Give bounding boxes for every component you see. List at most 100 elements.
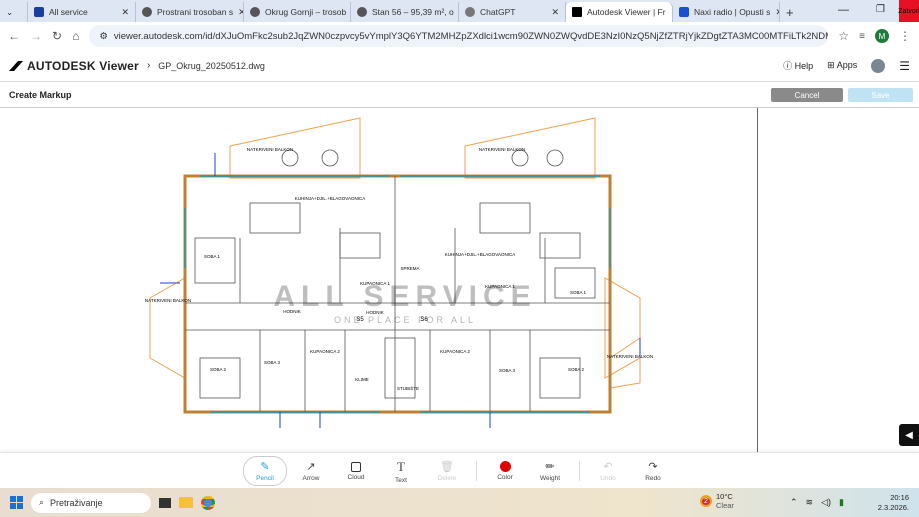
tool-label: Text — [395, 476, 407, 484]
room-label: HODNIK — [283, 309, 301, 314]
room-label: SOBA 3 — [499, 368, 516, 373]
arrow-tool-button[interactable]: ↗ Arrow — [289, 456, 333, 486]
autodesk-logo[interactable]: AUTODESK Viewer — [9, 59, 139, 73]
help-label: Help — [794, 61, 814, 71]
battery-icon[interactable]: ▮ — [839, 497, 844, 508]
browser-menu-icon[interactable]: ⋮ — [899, 29, 911, 43]
back-icon[interactable]: ← — [8, 29, 20, 43]
tab-prostrani[interactable]: Prostrani trosoban s✕ — [136, 2, 244, 22]
tab-list-button[interactable]: ⌄ — [0, 2, 28, 22]
cancel-button[interactable]: Cancel — [771, 88, 843, 102]
room-label: KUPAONICA 1 — [360, 281, 390, 286]
tray-expand-icon[interactable]: ⌃ — [790, 497, 798, 508]
profile-avatar[interactable]: M — [875, 29, 889, 43]
room-label: SOBA 2 — [568, 367, 585, 372]
pencil-tool-button[interactable]: ✎ Pencil — [243, 456, 287, 486]
clock-time: 20:16 — [890, 493, 909, 502]
room-label: S5 — [356, 317, 364, 323]
tool-label: Undo — [600, 475, 616, 482]
new-tab-button[interactable]: + — [780, 2, 800, 22]
cloud-tool-button[interactable]: Cloud — [334, 456, 378, 486]
file-explorer-icon[interactable] — [179, 497, 193, 508]
taskbar-search[interactable]: ⌕ Pretraživanje — [31, 492, 151, 513]
home-icon[interactable]: ⌂ — [72, 29, 79, 43]
drawing-canvas[interactable]: ALL SERVICE ONE PLACE FOR ALL KUHINJA+DJ… — [0, 108, 757, 452]
volume-icon[interactable]: ◁) — [821, 497, 831, 508]
url-input[interactable]: ⚙ viewer.autodesk.com/id/dXJuOmFkc2sub2Jq… — [89, 25, 829, 47]
apps-button[interactable]: ⊞ Apps — [827, 60, 857, 71]
arrow-icon: ↗ — [306, 461, 316, 473]
room-label: S6 — [420, 317, 428, 323]
naxi-icon — [679, 7, 689, 17]
feedback-button[interactable]: ◀ — [899, 424, 919, 446]
weather-widget[interactable]: 2 10°C Clear — [700, 492, 734, 510]
tab-autodesk-viewer[interactable]: Autodesk Viewer | Fr✕ — [566, 2, 673, 22]
search-placeholder: Pretraživanje — [50, 497, 103, 508]
bookmark-star-icon[interactable]: ☆ — [838, 29, 849, 43]
user-avatar[interactable] — [871, 58, 886, 73]
tab-okrug[interactable]: Okrug Gornji – trosob✕ — [244, 2, 351, 22]
close-icon[interactable]: ✕ — [121, 7, 129, 18]
search-icon: ⌕ — [39, 497, 45, 507]
logo-text: AUTODESK Viewer — [27, 58, 139, 73]
cloud-icon — [351, 461, 361, 472]
site-info-icon[interactable]: ⚙ — [99, 31, 108, 42]
redo-button[interactable]: ↷ Redo — [631, 456, 675, 486]
tab-title: Prostrani trosoban s — [157, 7, 234, 17]
windows-taskbar: ⌕ Pretraživanje 2 10°C Clear ⌃ ≋ ◁) ▮ 20:1… — [0, 488, 919, 517]
delete-button[interactable]: 🗑 Delete — [425, 456, 469, 486]
tab-title: ChatGPT — [480, 7, 516, 17]
x-favicon-icon — [34, 7, 44, 17]
color-button[interactable]: Color — [483, 456, 527, 486]
close-icon[interactable]: ✕ — [551, 7, 559, 18]
undo-button[interactable]: ↶ Undo — [586, 456, 630, 486]
room-label: NATKRIVENI BALKON — [607, 354, 653, 359]
text-tool-button[interactable]: T Text — [379, 456, 423, 486]
app-header: AUTODESK Viewer › GP_Okrug_20250512.dwg … — [0, 50, 919, 82]
weather-icon: 2 — [700, 495, 712, 507]
divider — [579, 461, 580, 481]
room-label: HODNIK — [366, 310, 384, 315]
tab-all-service[interactable]: All service ✕ — [28, 2, 136, 22]
restore-button[interactable]: ❐ — [876, 4, 885, 15]
room-label: NATKRIVENI BALKON — [247, 147, 293, 152]
room-label: KUPAONICA 2 — [440, 349, 470, 354]
help-icon: ⓘ — [783, 61, 793, 71]
forward-icon[interactable]: → — [30, 29, 42, 43]
chatgpt-icon — [465, 7, 475, 17]
tab-stan[interactable]: Stan 56 – 95,39 m², o✕ — [351, 2, 459, 22]
room-label: KUHINJA+DJIL.+BLAGOVAONICA — [445, 252, 515, 257]
close-window-button[interactable]: Zatvori — [898, 0, 919, 22]
trash-icon: 🗑 — [440, 461, 454, 473]
windows-start-icon[interactable] — [10, 496, 23, 509]
tool-label: Weight — [539, 475, 561, 482]
tool-label: Pencil — [256, 475, 274, 482]
tab-naxi-radio[interactable]: Naxi radio | Opusti s✕ — [673, 2, 780, 22]
minimize-button[interactable]: — — [838, 4, 849, 16]
room-label: KUPAONICA 1 — [485, 284, 515, 289]
save-button[interactable]: Save — [848, 88, 913, 102]
undo-icon: ↶ — [603, 461, 613, 473]
task-view-icon[interactable] — [159, 497, 171, 508]
room-label: SOBA 1 — [204, 254, 221, 259]
tool-label: Cloud — [347, 473, 365, 481]
color-icon — [499, 461, 511, 472]
wifi-icon[interactable]: ≋ — [806, 497, 814, 508]
tab-chatgpt[interactable]: ChatGPT ✕ — [459, 2, 566, 22]
tab-title: Okrug Gornji – trosob — [265, 7, 347, 17]
markup-side-panel — [757, 108, 919, 452]
breadcrumb-chevron-icon: › — [146, 60, 151, 71]
clock[interactable]: 20:16 2.3.2026. — [878, 493, 909, 513]
weight-button[interactable]: ✏ Weight — [528, 456, 572, 486]
reload-icon[interactable]: ↻ — [52, 29, 62, 43]
tool-label: Redo — [645, 475, 661, 482]
tool-label: Arrow — [302, 475, 320, 482]
globe-icon — [357, 7, 367, 17]
hamburger-menu-icon[interactable]: ☰ — [899, 59, 910, 73]
reading-list-icon[interactable]: ≡ — [859, 31, 865, 42]
chrome-icon[interactable] — [201, 495, 215, 510]
help-button[interactable]: ⓘ Help — [783, 59, 813, 72]
apps-grid-icon: ⊞ — [827, 60, 835, 70]
room-label: SOBA 1 — [570, 290, 587, 295]
markup-toolbar: ✎ Pencil ↗ Arrow Cloud T Text 🗑 Delete Color… — [0, 452, 919, 488]
